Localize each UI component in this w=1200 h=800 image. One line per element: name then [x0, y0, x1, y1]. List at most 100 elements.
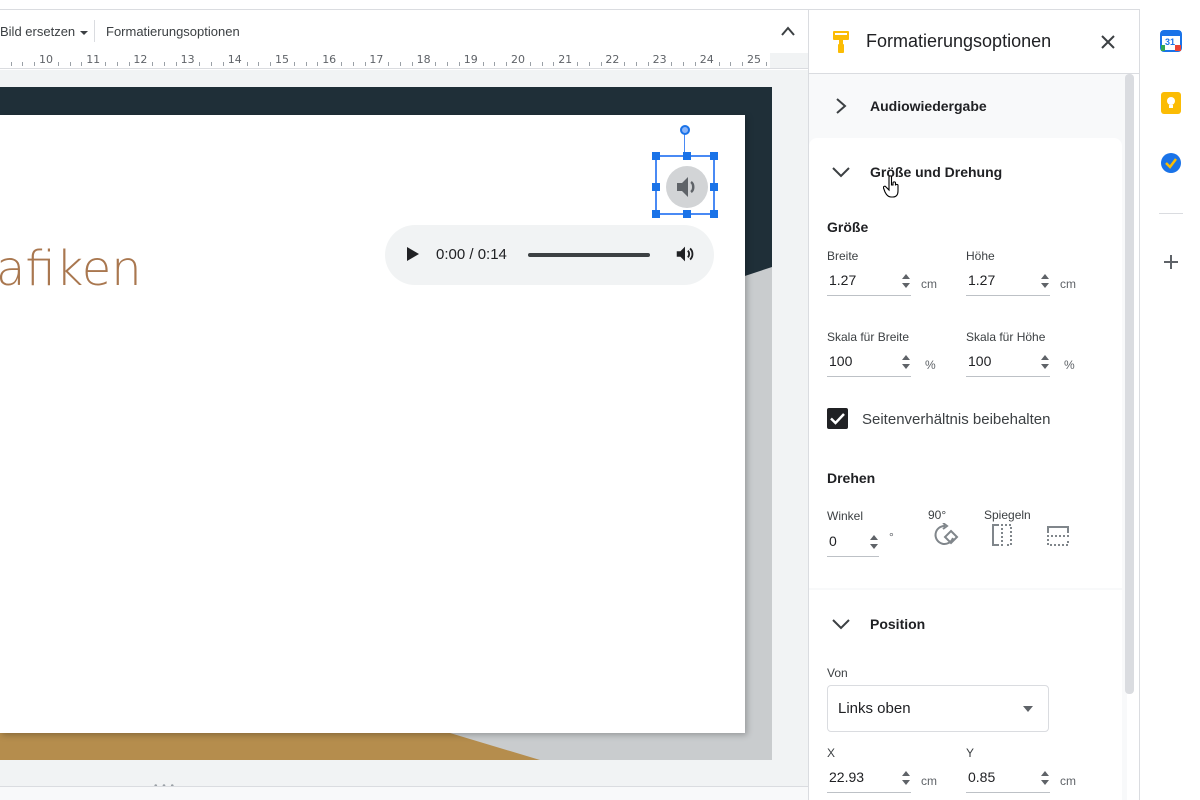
collapse-toolbar-chevron-icon[interactable] [780, 25, 796, 37]
position-from-select[interactable]: Links oben [827, 685, 1049, 732]
ruler-tick [647, 62, 649, 66]
resize-handle[interactable] [652, 152, 660, 160]
ruler-tick [258, 62, 260, 66]
scale-width-value[interactable]: 100 [829, 353, 852, 369]
aspect-ratio-label[interactable]: Seitenverhältnis beibehalten [862, 411, 1050, 428]
ruler-number: 16 [322, 53, 337, 66]
speaker-notes-divider[interactable] [0, 786, 808, 800]
ruler-tick [600, 62, 602, 66]
scale-height-field[interactable]: 100 [966, 349, 1050, 377]
ruler-tick [22, 62, 24, 66]
ruler-tick [435, 62, 437, 66]
rotate-heading: Drehen [827, 470, 876, 486]
resize-handle[interactable] [683, 152, 691, 160]
slide-title-text[interactable]: afiken [0, 241, 142, 297]
ruler-number: 25 [747, 53, 761, 66]
ruler-tick [57, 62, 59, 66]
height-stepper-icon[interactable] [1040, 272, 1050, 290]
x-unit: cm [921, 774, 937, 788]
toolbar-separator [94, 20, 95, 42]
ruler-tick [199, 62, 201, 66]
audio-progress-track[interactable] [528, 253, 650, 257]
section-title-position[interactable]: Position [870, 616, 925, 632]
slide-canvas[interactable]: afiken 0:00 / 0:14 [0, 70, 808, 792]
scale-width-field[interactable]: 100 [827, 349, 911, 377]
ruler-tick [128, 62, 130, 66]
audio-time: 0:00 / 0:14 [436, 246, 507, 263]
ruler-tick [765, 62, 767, 66]
ruler-number: 13 [180, 53, 195, 66]
ruler-tick [341, 62, 342, 66]
chevron-down-icon[interactable] [832, 618, 850, 630]
resize-handle[interactable] [652, 210, 660, 218]
slide[interactable]: afiken 0:00 / 0:14 [0, 87, 772, 760]
ruler-tick [211, 62, 213, 66]
degree-symbol: ° [889, 530, 894, 544]
ruler-number: 12 [133, 53, 148, 66]
scale-height-value[interactable]: 100 [968, 353, 991, 369]
audio-speaker-icon[interactable] [666, 166, 708, 208]
width-field[interactable]: 1.27 [827, 268, 911, 296]
angle-value[interactable]: 0 [829, 533, 837, 549]
flip-horizontal-icon[interactable] [991, 523, 1013, 547]
section-size-rotation: Größe und Drehung Größe Breite 1.27 cm H… [809, 138, 1122, 588]
chevron-down-icon[interactable] [832, 166, 850, 178]
ruler-tick [541, 62, 543, 66]
height-field[interactable]: 1.27 [966, 268, 1050, 296]
slide-content-area[interactable]: afiken 0:00 / 0:14 [0, 115, 745, 733]
ruler-tick [388, 62, 390, 66]
ruler-tick [116, 62, 118, 66]
add-icon[interactable] [1160, 251, 1182, 273]
resize-handle[interactable] [652, 183, 660, 191]
width-value[interactable]: 1.27 [829, 272, 856, 288]
play-icon[interactable] [407, 247, 419, 261]
ruler-number: 15 [275, 53, 289, 66]
rotate-90-icon[interactable] [933, 523, 959, 547]
x-field[interactable]: 22.93 [827, 765, 911, 793]
panel-scrollbar[interactable] [1125, 74, 1134, 694]
close-icon[interactable] [1101, 35, 1115, 49]
ruler-tick [352, 62, 354, 66]
angle-stepper-icon[interactable] [869, 533, 879, 551]
ruler-number: 23 [652, 53, 667, 66]
x-value[interactable]: 22.93 [829, 769, 864, 785]
y-field[interactable]: 0.85 [966, 765, 1050, 793]
section-position: Position Von Links oben X 22.93 cm Y 0.8… [809, 590, 1122, 800]
chevron-right-icon[interactable] [834, 98, 848, 114]
audio-player[interactable]: 0:00 / 0:14 [385, 225, 714, 285]
resize-handle[interactable] [683, 210, 691, 218]
y-stepper-icon[interactable] [1040, 769, 1050, 787]
ruler-number: 18 [416, 53, 431, 66]
x-stepper-icon[interactable] [901, 769, 911, 787]
horizontal-ruler[interactable]: 10 11 12 13 14 15 16 17 18 19 20 21 22 23 24 25 [0, 53, 808, 69]
ruler-tick [223, 62, 224, 66]
calendar-icon[interactable]: 31 [1160, 30, 1182, 52]
height-label: Höhe [966, 249, 995, 263]
y-value[interactable]: 0.85 [968, 769, 995, 785]
mirror-label: Spiegeln [984, 508, 1031, 522]
tasks-icon[interactable] [1160, 152, 1182, 174]
scale-height-unit: % [1064, 358, 1075, 372]
scale-width-stepper-icon[interactable] [901, 353, 911, 371]
angle-field[interactable]: 0 [827, 529, 879, 557]
ruler-number: 17 [369, 53, 384, 66]
section-title-audio[interactable]: Audiowiedergabe [870, 98, 987, 114]
ruler-tick [459, 62, 460, 66]
resize-handle[interactable] [710, 152, 718, 160]
selected-audio-object[interactable] [652, 152, 718, 218]
height-value[interactable]: 1.27 [968, 272, 995, 288]
rotation-handle[interactable] [680, 125, 690, 135]
ruler-number: 14 [227, 53, 242, 66]
scale-height-stepper-icon[interactable] [1040, 353, 1050, 371]
aspect-ratio-checkbox[interactable] [827, 408, 848, 429]
width-stepper-icon[interactable] [901, 272, 911, 290]
resize-handle[interactable] [710, 210, 718, 218]
volume-icon[interactable] [674, 243, 696, 265]
resize-handle[interactable] [710, 183, 718, 191]
ruler-tick [81, 62, 83, 66]
format-options-button[interactable]: Formatierungsoptionen [106, 24, 240, 39]
replace-image-button[interactable]: Bild ersetzen [0, 24, 89, 39]
flip-vertical-icon[interactable] [1046, 525, 1070, 547]
keep-icon[interactable] [1160, 92, 1182, 114]
section-audio-playback[interactable]: Audiowiedergabe [809, 74, 1122, 136]
